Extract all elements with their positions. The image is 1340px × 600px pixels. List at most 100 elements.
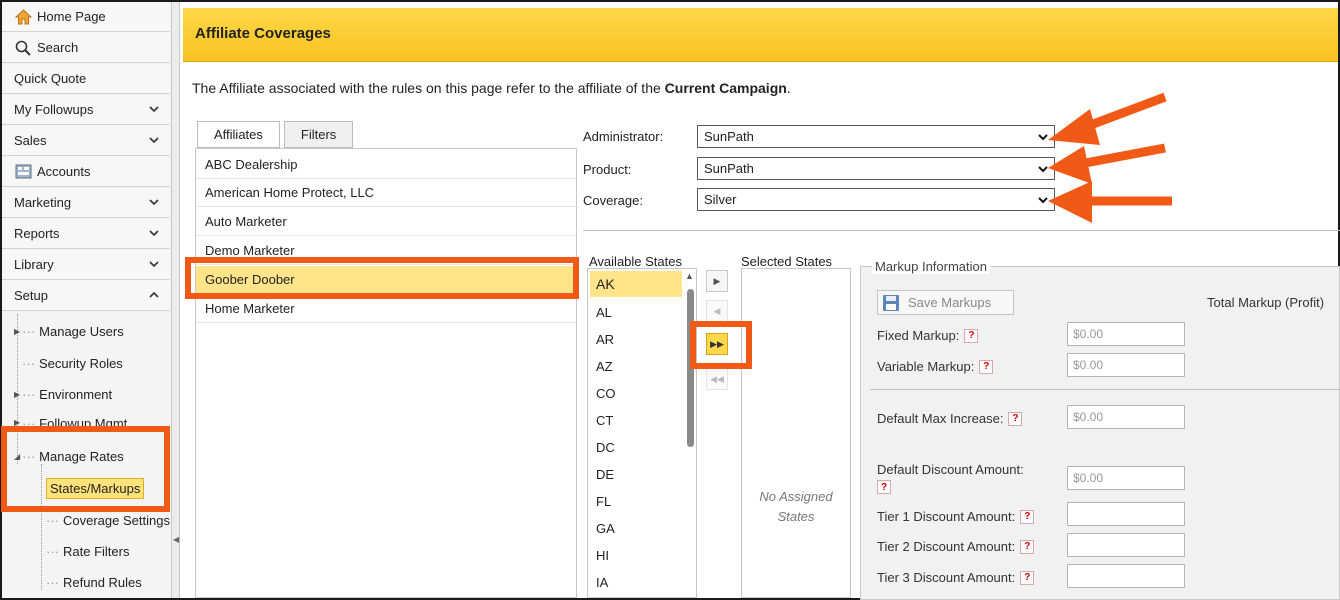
- list-item-selected[interactable]: AK: [590, 271, 682, 297]
- variable-markup-label: Variable Markup: ?: [877, 359, 994, 374]
- double-arrow-left-icon: ◀◀: [710, 373, 724, 384]
- list-item[interactable]: ABC Dealership: [196, 151, 576, 179]
- move-right-button[interactable]: ▶: [706, 270, 728, 292]
- administrator-value: SunPath: [704, 129, 754, 144]
- help-icon[interactable]: ?: [979, 359, 994, 374]
- move-left-button[interactable]: ◀: [706, 300, 728, 322]
- sidebar-item-quick-quote[interactable]: Quick Quote: [2, 64, 170, 94]
- discount-amount-text: Default Discount Amount:: [877, 462, 1024, 477]
- administrator-select[interactable]: SunPath: [697, 125, 1055, 148]
- tree-expand-icon[interactable]: ▶: [14, 327, 20, 336]
- tree-item-manage-users[interactable]: ▶ ··· Manage Users: [14, 317, 124, 345]
- list-item[interactable]: IA: [590, 569, 682, 595]
- max-increase-input[interactable]: $0.00: [1067, 405, 1185, 429]
- help-icon[interactable]: ?: [877, 480, 891, 494]
- help-icon[interactable]: ?: [1020, 509, 1035, 524]
- tree-item-refund-rules[interactable]: ··· Refund Rules: [46, 568, 142, 596]
- intro-text-prefix: The Affiliate associated with the rules …: [192, 80, 665, 96]
- list-item[interactable]: CO: [590, 380, 682, 406]
- sidebar-item-label: My Followups: [14, 102, 94, 117]
- list-item[interactable]: HI: [590, 542, 682, 568]
- chevron-down-icon: [149, 106, 159, 113]
- list-item[interactable]: AZ: [590, 353, 682, 379]
- sidebar-item-sales[interactable]: Sales: [2, 126, 170, 156]
- product-select[interactable]: SunPath: [697, 157, 1055, 180]
- sidebar-splitter[interactable]: ◀: [172, 2, 180, 598]
- sidebar-item-my-followups[interactable]: My Followups: [2, 95, 170, 125]
- help-icon[interactable]: ?: [1020, 570, 1035, 585]
- states-scrollbar[interactable]: ▲: [684, 271, 696, 597]
- move-all-left-button[interactable]: ◀◀: [706, 368, 728, 390]
- discount-amount-input[interactable]: $0.00: [1067, 466, 1185, 490]
- page-title-bar: Affiliate Coverages: [183, 8, 1338, 62]
- available-states-list[interactable]: AK AL AR AZ CO CT DC DE FL GA HI IA ▲: [587, 268, 697, 598]
- arrow-right-icon: ▶: [713, 275, 721, 286]
- help-icon[interactable]: ?: [1020, 539, 1035, 554]
- available-states-label: Available States: [589, 254, 682, 269]
- fixed-markup-input[interactable]: $0.00: [1067, 322, 1185, 346]
- coverage-select[interactable]: Silver: [697, 188, 1055, 211]
- list-item[interactable]: Auto Marketer: [196, 208, 576, 236]
- tree-item-label: Security Roles: [39, 355, 123, 371]
- variable-markup-input[interactable]: $0.00: [1067, 353, 1185, 377]
- empty-states-text: No Assigned States: [759, 489, 833, 524]
- list-item[interactable]: GA: [590, 515, 682, 541]
- sidebar-item-label: Reports: [14, 226, 60, 241]
- tree-expand-icon[interactable]: ▶: [14, 390, 20, 399]
- help-icon[interactable]: ?: [1008, 411, 1023, 426]
- list-item[interactable]: AR: [590, 326, 682, 352]
- list-item[interactable]: DC: [590, 434, 682, 460]
- tier3-discount-input[interactable]: [1067, 564, 1185, 588]
- intro-text-bold: Current Campaign: [664, 80, 787, 96]
- sidebar-item-setup[interactable]: Setup: [2, 281, 170, 311]
- selected-states-list[interactable]: No Assigned States: [741, 268, 851, 598]
- tree-item-rate-filters[interactable]: ··· Rate Filters: [46, 537, 129, 565]
- tier2-discount-input[interactable]: [1067, 533, 1185, 557]
- list-item[interactable]: Home Marketer: [196, 295, 576, 323]
- sidebar-item-marketing[interactable]: Marketing: [2, 188, 170, 218]
- tree-item-label: Refund Rules: [63, 574, 142, 590]
- sidebar-item-label: Sales: [14, 133, 47, 148]
- save-disk-icon: [883, 294, 899, 311]
- tier2-discount-label: Tier 2 Discount Amount: ?: [877, 539, 1035, 554]
- search-icon: [14, 40, 32, 56]
- product-value: SunPath: [704, 161, 754, 176]
- sidebar-item-library[interactable]: Library: [2, 250, 170, 280]
- coverage-label: Coverage:: [583, 193, 643, 208]
- tree-item-label: Environment: [39, 386, 113, 402]
- list-item[interactable]: American Home Protect, LLC: [196, 179, 576, 207]
- sidebar-item-reports[interactable]: Reports: [2, 219, 170, 249]
- divider: [583, 230, 1340, 231]
- collapse-arrow-icon[interactable]: ◀: [173, 535, 179, 544]
- fixed-markup-text: Fixed Markup:: [877, 328, 960, 343]
- tab-affiliates[interactable]: Affiliates: [197, 121, 280, 148]
- annotation-arrow-icon: [1048, 181, 1172, 223]
- sidebar-item-home-page[interactable]: Home Page: [2, 2, 170, 32]
- scroll-up-icon[interactable]: ▲: [685, 271, 694, 281]
- tier1-discount-label: Tier 1 Discount Amount: ?: [877, 509, 1035, 524]
- list-item[interactable]: DE: [590, 461, 682, 487]
- chevron-down-icon: [149, 137, 159, 144]
- tier1-discount-input[interactable]: [1067, 502, 1185, 526]
- chevron-down-icon: [149, 230, 159, 237]
- tree-item-environment[interactable]: ▶ ··· Environment: [14, 380, 112, 408]
- sidebar-item-search[interactable]: Search: [2, 33, 170, 63]
- product-label: Product:: [583, 162, 632, 177]
- total-markup-label: Total Markup (Profit): [1207, 295, 1325, 310]
- tree-item-label: Manage Users: [39, 323, 124, 339]
- selected-states-label: Selected States: [741, 254, 833, 269]
- annotation-box-sidebar: [1, 426, 170, 512]
- list-item[interactable]: AL: [590, 299, 682, 325]
- list-item[interactable]: FL: [590, 488, 682, 514]
- max-increase-text: Default Max Increase:: [877, 411, 1004, 426]
- help-icon[interactable]: ?: [964, 328, 979, 343]
- save-markups-button[interactable]: Save Markups: [877, 290, 1014, 315]
- tab-filters[interactable]: Filters: [283, 121, 354, 148]
- tier3-discount-label: Tier 3 Discount Amount: ?: [877, 570, 1035, 585]
- annotation-box-move-all: [690, 321, 752, 369]
- list-item[interactable]: CT: [590, 407, 682, 433]
- sidebar-item-label: Quick Quote: [14, 71, 87, 86]
- sidebar-item-accounts[interactable]: Accounts: [2, 157, 170, 187]
- tree-item-security-roles[interactable]: ··· Security Roles: [22, 349, 123, 377]
- affiliate-tabs: Affiliates Filters: [197, 121, 357, 149]
